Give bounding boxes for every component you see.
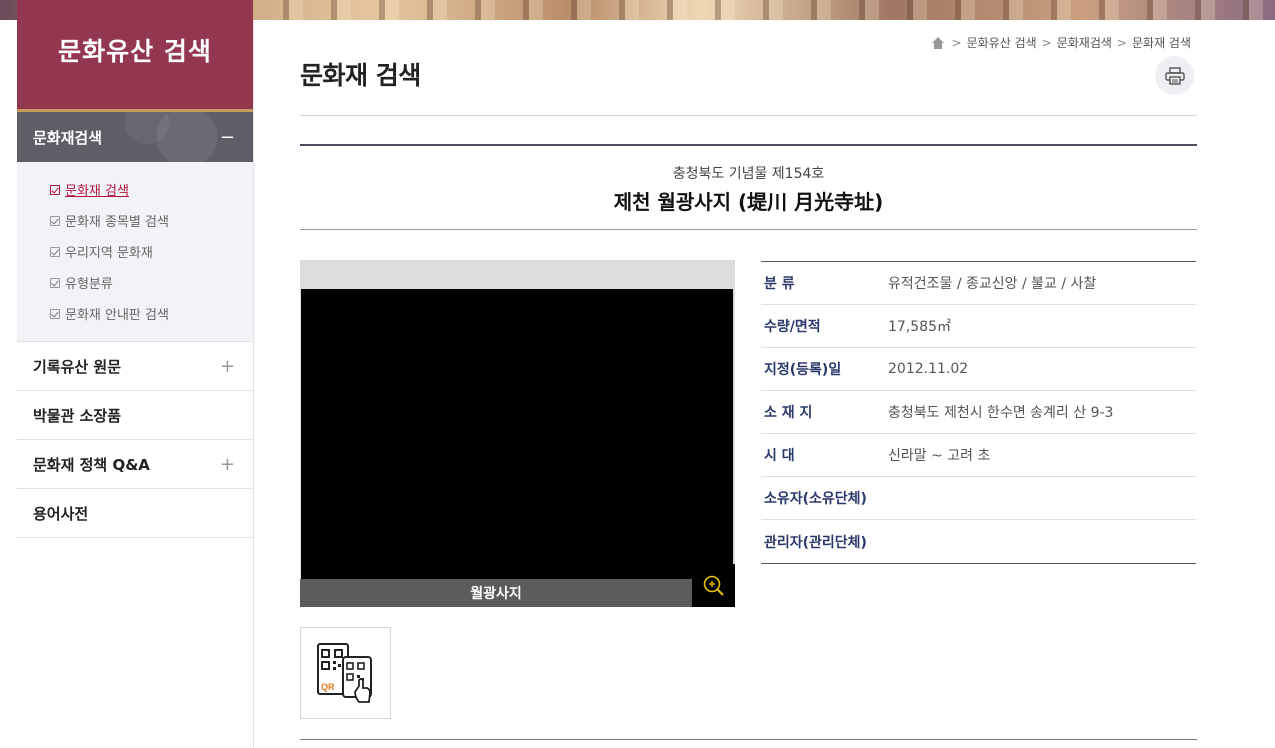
info-label: 지정(등록)일: [764, 362, 842, 378]
table-row: 수량/면적 17,585㎡: [761, 305, 1196, 348]
table-row: 시 대 신라말 ~ 고려 초: [761, 434, 1196, 477]
breadcrumb-item[interactable]: 문화재 검색: [1132, 34, 1191, 51]
info-label: 시 대: [764, 448, 795, 464]
collapse-icon[interactable]: −: [220, 127, 235, 148]
submenu-item-heritage-search[interactable]: 문화재 검색: [17, 174, 253, 205]
breadcrumb-item[interactable]: 문화유산 검색: [967, 34, 1037, 51]
submenu-item-label: 우리지역 문화재: [65, 246, 153, 261]
sidebar-item-label: 문화재 정책 Q&A: [33, 455, 150, 474]
breadcrumb-item[interactable]: 문화재검색: [1057, 34, 1112, 51]
table-row: 지정(등록)일 2012.11.02: [761, 348, 1196, 391]
sidebar-divider: [253, 20, 254, 748]
info-value: 2012.11.02: [888, 361, 969, 377]
info-label: 소유자(소유단체): [764, 491, 867, 507]
heritage-image[interactable]: [301, 289, 733, 579]
heritage-name: 제천 월광사지 (堤川 月光寺址): [613, 190, 884, 214]
info-label: 분 류: [764, 276, 795, 292]
info-value: 충청북도 제천시 한수면 송계리 산 9-3: [888, 405, 1114, 421]
checkbox-icon: [50, 184, 60, 195]
info-label: 수량/면적: [764, 319, 821, 335]
sidebar-item-label: 문화재검색: [33, 128, 103, 147]
submenu-item-local-heritage[interactable]: 우리지역 문화재: [17, 236, 253, 267]
expand-icon[interactable]: +: [220, 356, 235, 377]
table-row: 소 재 지 충청북도 제천시 한수면 송계리 산 9-3: [761, 391, 1196, 434]
breadcrumb: > 문화유산 검색 > 문화재검색 > 문화재 검색: [931, 34, 1191, 51]
sidebar-item-label: 기록유산 원문: [33, 357, 122, 376]
chevron-right-icon: >: [1041, 35, 1052, 50]
table-row: 관리자(관리단체): [761, 520, 1196, 563]
heritage-info-table: 분 류 유적건조물 / 종교신앙 / 불교 / 사찰 수량/면적 17,585㎡…: [761, 261, 1196, 564]
info-value: 신라말 ~ 고려 초: [888, 448, 991, 464]
qr-label: QR: [321, 682, 335, 692]
sidebar-item-label: 박물관 소장품: [33, 406, 122, 425]
sidebar-item-policy-qa[interactable]: 문화재 정책 Q&A +: [17, 440, 253, 489]
print-button[interactable]: [1155, 56, 1194, 95]
zoom-in-icon: [703, 575, 724, 596]
checkbox-icon: [50, 246, 60, 257]
info-value: 유적건조물 / 종교신앙 / 불교 / 사찰: [888, 276, 1097, 292]
image-caption: 월광사지: [300, 579, 692, 607]
sidebar-submenu: 문화재 검색 문화재 종목별 검색 우리지역 문화재 유형분류 문화재 안내판 …: [17, 162, 253, 342]
qr-code-button[interactable]: QR: [300, 627, 391, 719]
divider: [300, 229, 1197, 230]
divider: [300, 115, 1197, 116]
table-row: 소유자(소유단체): [761, 477, 1196, 520]
submenu-item-type-classification[interactable]: 유형분류: [17, 267, 253, 298]
info-value: 17,585㎡: [888, 319, 951, 335]
sidebar-item-records[interactable]: 기록유산 원문 +: [17, 342, 253, 391]
submenu-item-by-category[interactable]: 문화재 종목별 검색: [17, 205, 253, 236]
sidebar-item-label: 용어사전: [33, 504, 89, 523]
divider: [300, 144, 1197, 146]
submenu-item-label: 문화재 종목별 검색: [65, 215, 169, 230]
heritage-designation: 충청북도 기념물 제154호: [672, 166, 825, 182]
printer-icon: [1164, 66, 1185, 85]
sidebar-title: 문화유산 검색: [17, 0, 253, 112]
submenu-item-label: 문화재 안내판 검색: [65, 308, 169, 323]
chevron-right-icon: >: [951, 35, 962, 50]
divider: [300, 739, 1197, 740]
sidebar-item-museum[interactable]: 박물관 소장품: [17, 391, 253, 440]
qr-code-icon: QR: [316, 643, 372, 703]
sidebar-item-glossary[interactable]: 용어사전: [17, 489, 253, 538]
chevron-right-icon: >: [1116, 35, 1127, 50]
info-label: 관리자(관리단체): [764, 534, 867, 551]
checkbox-icon: [50, 277, 60, 288]
expand-icon[interactable]: +: [220, 454, 235, 475]
checkbox-icon: [50, 215, 60, 226]
info-label: 소 재 지: [764, 405, 813, 421]
sidebar: 문화유산 검색 문화재검색 − 문화재 검색 문화재 종목별 검색 우리지역 문…: [17, 0, 253, 748]
submenu-item-label: 문화재 검색: [65, 184, 129, 199]
submenu-item-label: 유형분류: [65, 277, 113, 292]
checkbox-icon: [50, 308, 60, 319]
submenu-item-signboard-search[interactable]: 문화재 안내판 검색: [17, 298, 253, 329]
heritage-image-viewer: 월광사지: [300, 260, 735, 607]
sidebar-item-heritage-search[interactable]: 문화재검색 −: [17, 112, 253, 162]
home-icon[interactable]: [931, 36, 945, 49]
table-row: 분 류 유적건조물 / 종교신앙 / 불교 / 사찰: [761, 262, 1196, 305]
page-title: 문화재 검색: [300, 61, 421, 90]
zoom-button[interactable]: [692, 564, 735, 607]
